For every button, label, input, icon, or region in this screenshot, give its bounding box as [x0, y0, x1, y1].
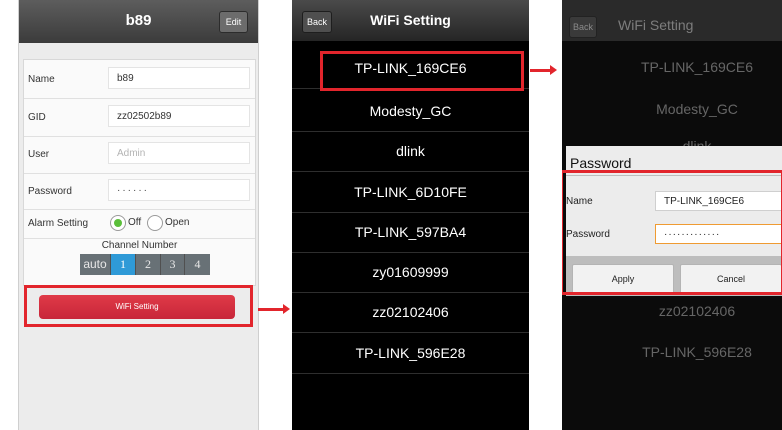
wifi-network-item[interactable]: TP-LINK_596E28 [562, 344, 782, 360]
wifi-network-item[interactable]: TP-LINK_169CE6 [562, 59, 782, 75]
top-bar: b89 Edit [19, 0, 258, 43]
arrow-head [550, 65, 557, 75]
channel-4[interactable]: 4 [185, 254, 210, 275]
alarm-off-label: Off [128, 217, 142, 228]
user-row: User Admin [24, 136, 255, 174]
device-form: Name b89 GID zz02502b89 User Admin Passw… [23, 59, 256, 286]
dialog-title: Password [570, 155, 632, 171]
wifi-setting-button[interactable]: WiFi Setting [39, 295, 235, 319]
alarm-label: Alarm Setting [28, 218, 89, 229]
device-settings-screen: b89 Edit Name b89 GID zz02502b89 User Ad… [18, 0, 259, 430]
wifi-network-item[interactable]: Modesty_GC [292, 91, 529, 132]
wifi-network-item[interactable]: Modesty_GC [562, 101, 782, 117]
wifi-network-item[interactable]: dlink [292, 131, 529, 172]
wifi-network-item[interactable]: TP-LINK_596E28 [292, 333, 529, 374]
dialog-highlight [562, 170, 782, 295]
name-row: Name b89 [24, 60, 255, 99]
edit-button[interactable]: Edit [219, 11, 248, 33]
gid-row: GID zz02502b89 [24, 98, 255, 137]
screen-title: WiFi Setting [370, 12, 451, 28]
alarm-off-radio[interactable] [110, 215, 126, 231]
wifi-network-item[interactable]: zz02102406 [562, 303, 782, 319]
name-field[interactable]: b89 [108, 67, 250, 89]
top-bar: Back WiFi Setting [292, 0, 529, 41]
channel-3[interactable]: 3 [161, 254, 185, 275]
back-button[interactable]: Back [569, 16, 597, 38]
channel-number-label: Channel Number [101, 240, 178, 251]
password-field[interactable]: ······ [108, 179, 250, 201]
channel-1[interactable]: 1 [111, 254, 136, 275]
channel-auto[interactable]: auto [80, 254, 111, 275]
user-field[interactable]: Admin [108, 142, 250, 164]
password-row: Password ······ [24, 173, 255, 210]
arrow-line [530, 69, 551, 72]
wifi-network-item[interactable]: zy01609999 [292, 252, 529, 293]
password-label: Password [28, 186, 72, 197]
alarm-open-label: Open [165, 217, 190, 228]
alarm-open-radio[interactable] [147, 215, 163, 231]
user-label: User [28, 149, 50, 160]
wifi-network-item[interactable]: TP-LINK_6D10FE [292, 172, 529, 213]
arrow-line [258, 308, 284, 311]
wifi-network-item[interactable]: TP-LINK_597BA4 [292, 212, 529, 253]
gid-field[interactable]: zz02502b89 [108, 105, 250, 127]
top-bar: Back WiFi Setting [562, 0, 782, 41]
screen-title: WiFi Setting [618, 17, 694, 33]
alarm-row: Alarm Setting Off Open [24, 209, 255, 239]
gid-label: GID [28, 112, 46, 123]
name-label: Name [28, 74, 55, 85]
selected-network-highlight [320, 51, 524, 91]
wifi-network-item[interactable]: zz02102406 [292, 292, 529, 333]
arrow-head [283, 304, 290, 314]
channel-2[interactable]: 2 [136, 254, 161, 275]
wifi-list-screen: Back WiFi Setting TP-LINK_169CE6 Modesty… [292, 0, 529, 430]
password-dialog-screen: Back WiFi Setting TP-LINK_169CE6 Modesty… [562, 0, 782, 430]
wifi-setting-highlight: WiFi Setting [24, 285, 253, 327]
